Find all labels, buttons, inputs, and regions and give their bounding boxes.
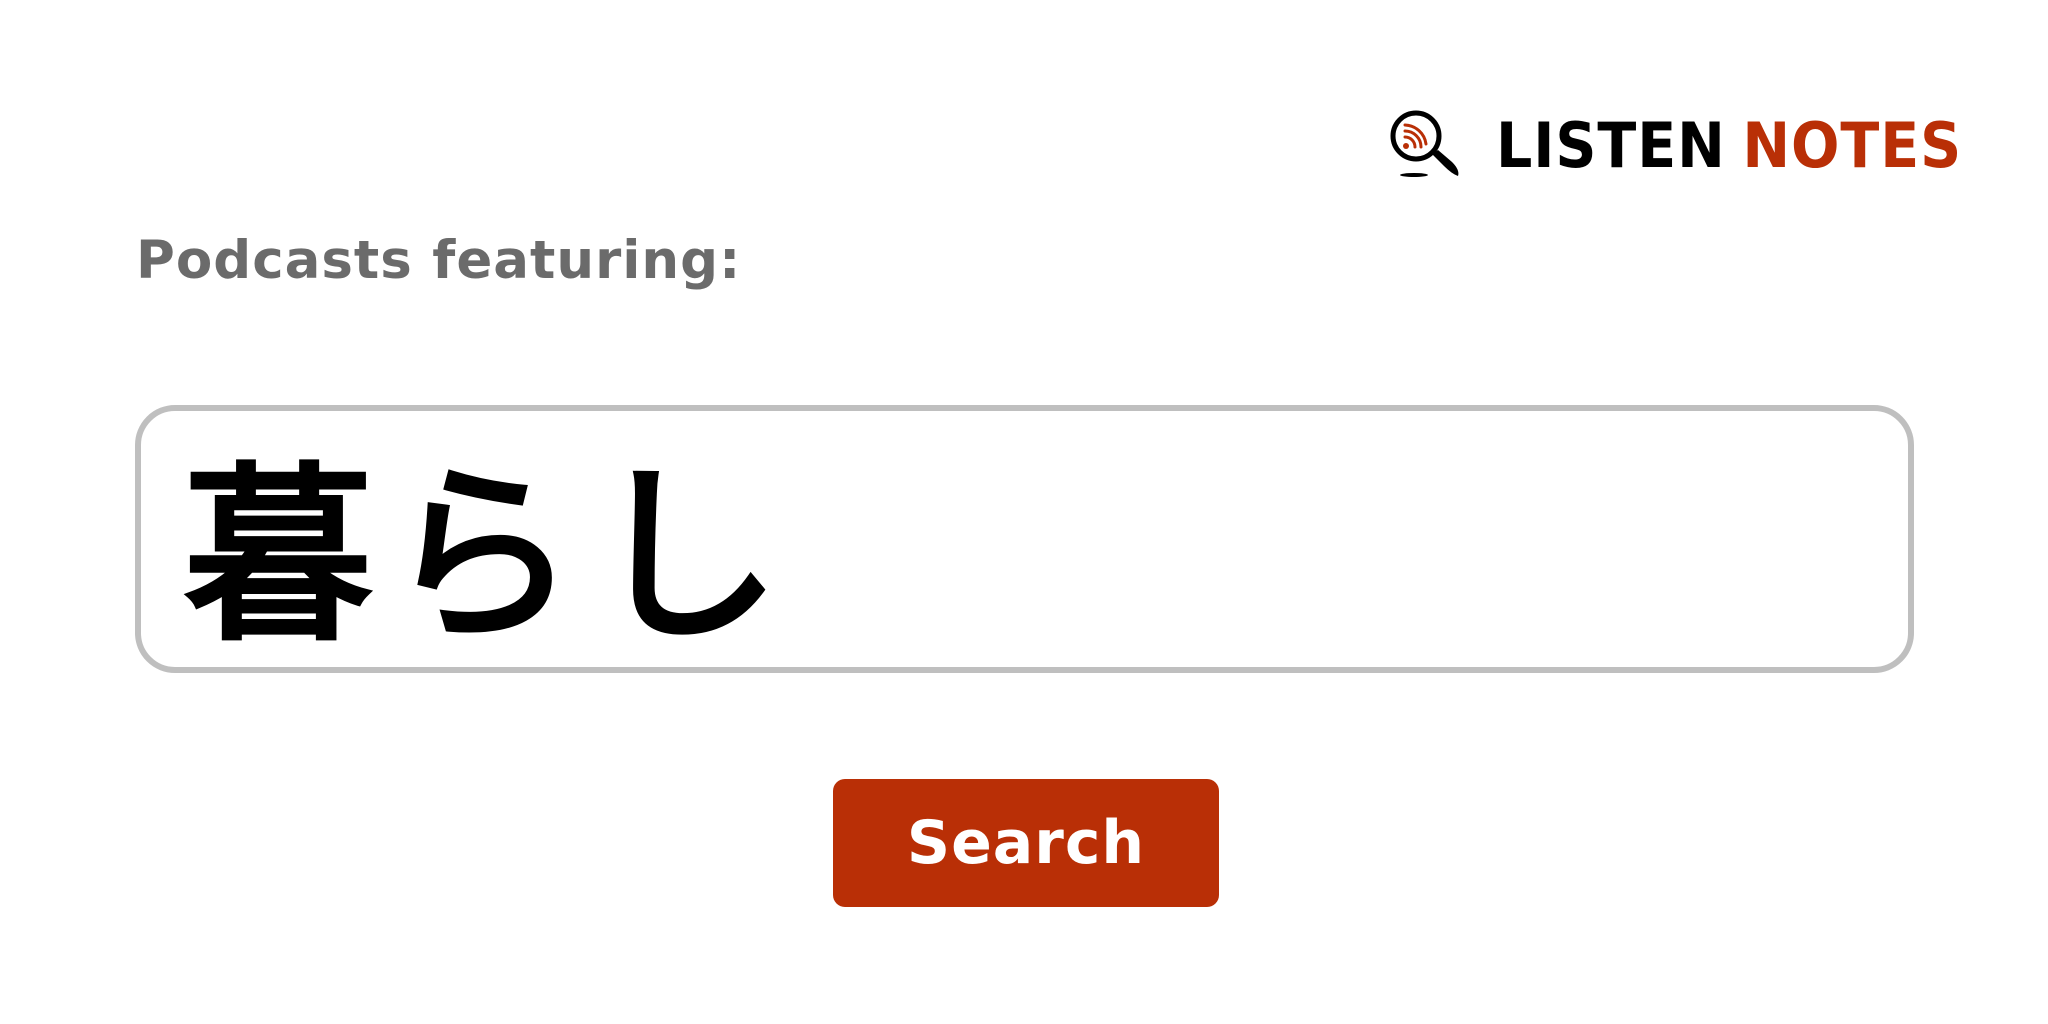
logo-wordmark: LISTEN NOTES — [1496, 115, 1962, 177]
logo-word-notes: NOTES — [1742, 109, 1963, 182]
magnifier-rss-icon — [1390, 110, 1459, 177]
listen-notes-logo[interactable]: LISTEN NOTES — [1386, 106, 2003, 186]
logo-word-listen: LISTEN — [1496, 109, 1726, 182]
page-heading: Podcasts featuring: — [136, 230, 742, 291]
search-button[interactable]: Search — [833, 779, 1219, 907]
page: LISTEN NOTES Podcasts featuring: Search — [0, 0, 2048, 1024]
search-input[interactable] — [141, 411, 1908, 667]
search-box — [135, 405, 1914, 673]
